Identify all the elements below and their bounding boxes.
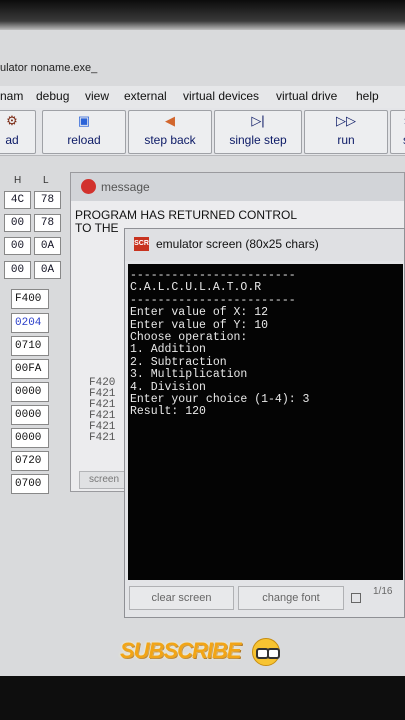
emulator-titlebar[interactable]: SCR emulator screen (80x25 chars)	[125, 229, 404, 261]
menu-item-virtual-drive[interactable]: virtual drive	[276, 89, 337, 103]
code-line: F421	[89, 432, 116, 444]
register-ip[interactable]: 0204	[11, 313, 49, 333]
register-sp[interactable]: 00FA	[11, 359, 49, 379]
emulator-title: emulator screen (80x25 chars)	[156, 237, 319, 251]
monitor-bezel-bottom	[0, 676, 405, 720]
register-cs[interactable]: F400	[11, 289, 49, 309]
menu-item-help[interactable]: help	[356, 89, 379, 103]
register-dl[interactable]: 0A	[34, 261, 61, 279]
register-bp[interactable]: 0000	[11, 382, 49, 402]
screen-icon: SCR	[134, 237, 149, 251]
menu-bar: nam debug view external virtual devices …	[0, 86, 405, 108]
page-indicator: 1/16	[373, 586, 393, 597]
message-title: message	[101, 180, 150, 194]
menu-item-file[interactable]: nam	[0, 89, 23, 103]
step-button[interactable]: › s	[390, 110, 405, 154]
register-ss[interactable]: 0710	[11, 336, 49, 356]
step-back-button[interactable]: ◀ step back	[128, 110, 212, 154]
step-back-icon: ◀	[165, 113, 175, 128]
reload-button[interactable]: ▣ reload	[42, 110, 126, 154]
menu-item-debug[interactable]: debug	[36, 89, 69, 103]
run-button[interactable]: ▷▷ run	[304, 110, 388, 154]
resize-icon[interactable]	[351, 593, 361, 603]
menu-item-external[interactable]: external	[124, 89, 167, 103]
register-di[interactable]: 0000	[11, 428, 49, 448]
register-es[interactable]: 0700	[11, 474, 49, 494]
register-header-h: H	[14, 175, 22, 186]
menu-item-virtual-devices[interactable]: virtual devices	[183, 89, 259, 103]
clear-screen-button[interactable]: clear screen	[129, 586, 234, 610]
run-icon: ▷▷	[336, 113, 356, 128]
console-output[interactable]: ------------------------ C.A.L.C.U.L.A.T…	[128, 264, 403, 580]
single-step-button[interactable]: ▷| single step	[214, 110, 302, 154]
console-text: ------------------------ C.A.L.C.U.L.A.T…	[130, 269, 310, 419]
screen-button[interactable]: screen	[79, 471, 129, 489]
change-font-button[interactable]: change font	[238, 586, 344, 610]
register-dh[interactable]: 00	[4, 261, 31, 279]
register-header-l: L	[43, 175, 49, 186]
step-icon: ›	[391, 113, 405, 131]
message-line-1: PROGRAM HAS RETURNED CONTROL	[75, 208, 298, 222]
nerd-emoji-icon	[252, 638, 280, 666]
code-listing: F420 F421 F421 F421 F421 F421	[89, 378, 115, 444]
subscribe-overlay-text: SUBSCRIBE	[120, 638, 242, 663]
register-al[interactable]: 78	[34, 191, 61, 209]
register-bh[interactable]: 00	[4, 214, 31, 232]
toolbar: ⚙ ad ▣ reload ◀ step back ▷| single step…	[0, 108, 405, 156]
register-cl[interactable]: 0A	[34, 237, 61, 255]
message-titlebar[interactable]: message	[71, 173, 404, 201]
register-si[interactable]: 0000	[11, 405, 49, 425]
register-bl[interactable]: 78	[34, 214, 61, 232]
error-icon	[81, 179, 96, 194]
register-ch[interactable]: 00	[4, 237, 31, 255]
register-ah[interactable]: 4C	[4, 191, 31, 209]
window-title: ulator noname.exe_	[0, 62, 98, 74]
reload-icon: ▣	[77, 113, 91, 128]
single-step-icon: ▷|	[251, 113, 265, 128]
menu-item-view[interactable]: view	[85, 89, 109, 103]
monitor-bezel-top	[0, 0, 405, 30]
emulator-screen-window: SCR emulator screen (80x25 chars) ------…	[124, 228, 405, 618]
load-button[interactable]: ⚙ ad	[0, 110, 36, 154]
load-icon: ⚙	[6, 113, 18, 128]
register-ds[interactable]: 0720	[11, 451, 49, 471]
